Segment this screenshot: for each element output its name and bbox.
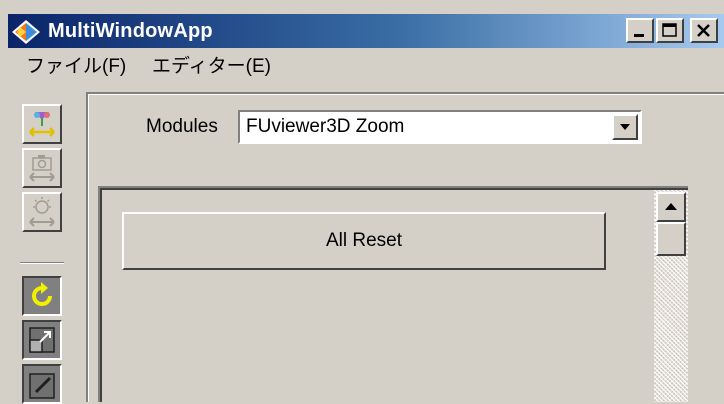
menu-editor[interactable]: エディター(E): [152, 52, 271, 82]
all-reset-button[interactable]: All Reset: [122, 212, 606, 270]
rotate-button[interactable]: [22, 276, 62, 316]
scroll-up-button[interactable]: [656, 192, 686, 222]
move-pointer-icon: [29, 112, 55, 137]
modules-selected-value: FUviewer3D Zoom: [246, 116, 405, 137]
edit-icon: [29, 373, 55, 399]
toolbar-separator: [20, 262, 64, 264]
scroll-thumb[interactable]: [656, 222, 686, 256]
camera-move-icon: [29, 155, 55, 182]
minimize-icon: [634, 34, 644, 37]
maximize-icon: [662, 23, 677, 37]
resize-button[interactable]: [22, 320, 62, 360]
dropdown-button[interactable]: [612, 114, 638, 140]
app-icon[interactable]: [10, 18, 42, 46]
arrow-up-icon: [665, 203, 677, 210]
move-pointer-button[interactable]: [22, 104, 62, 144]
close-icon: [697, 24, 710, 37]
modules-dropdown[interactable]: FUviewer3D Zoom: [238, 110, 642, 144]
chevron-down-icon: [620, 124, 630, 130]
modules-label: Modules: [146, 116, 218, 137]
rotate-icon: [32, 282, 52, 306]
light-move-button[interactable]: [22, 192, 62, 232]
menu-file[interactable]: ファイル(F): [26, 52, 126, 82]
minimize-button[interactable]: [626, 18, 654, 43]
resize-icon: [29, 327, 55, 353]
window-title: MultiWindowApp: [48, 20, 213, 42]
close-button[interactable]: [690, 18, 718, 43]
maximize-button[interactable]: [656, 18, 684, 43]
camera-move-button[interactable]: [22, 148, 62, 188]
edit-button[interactable]: [22, 364, 62, 404]
light-move-icon: [29, 197, 55, 227]
